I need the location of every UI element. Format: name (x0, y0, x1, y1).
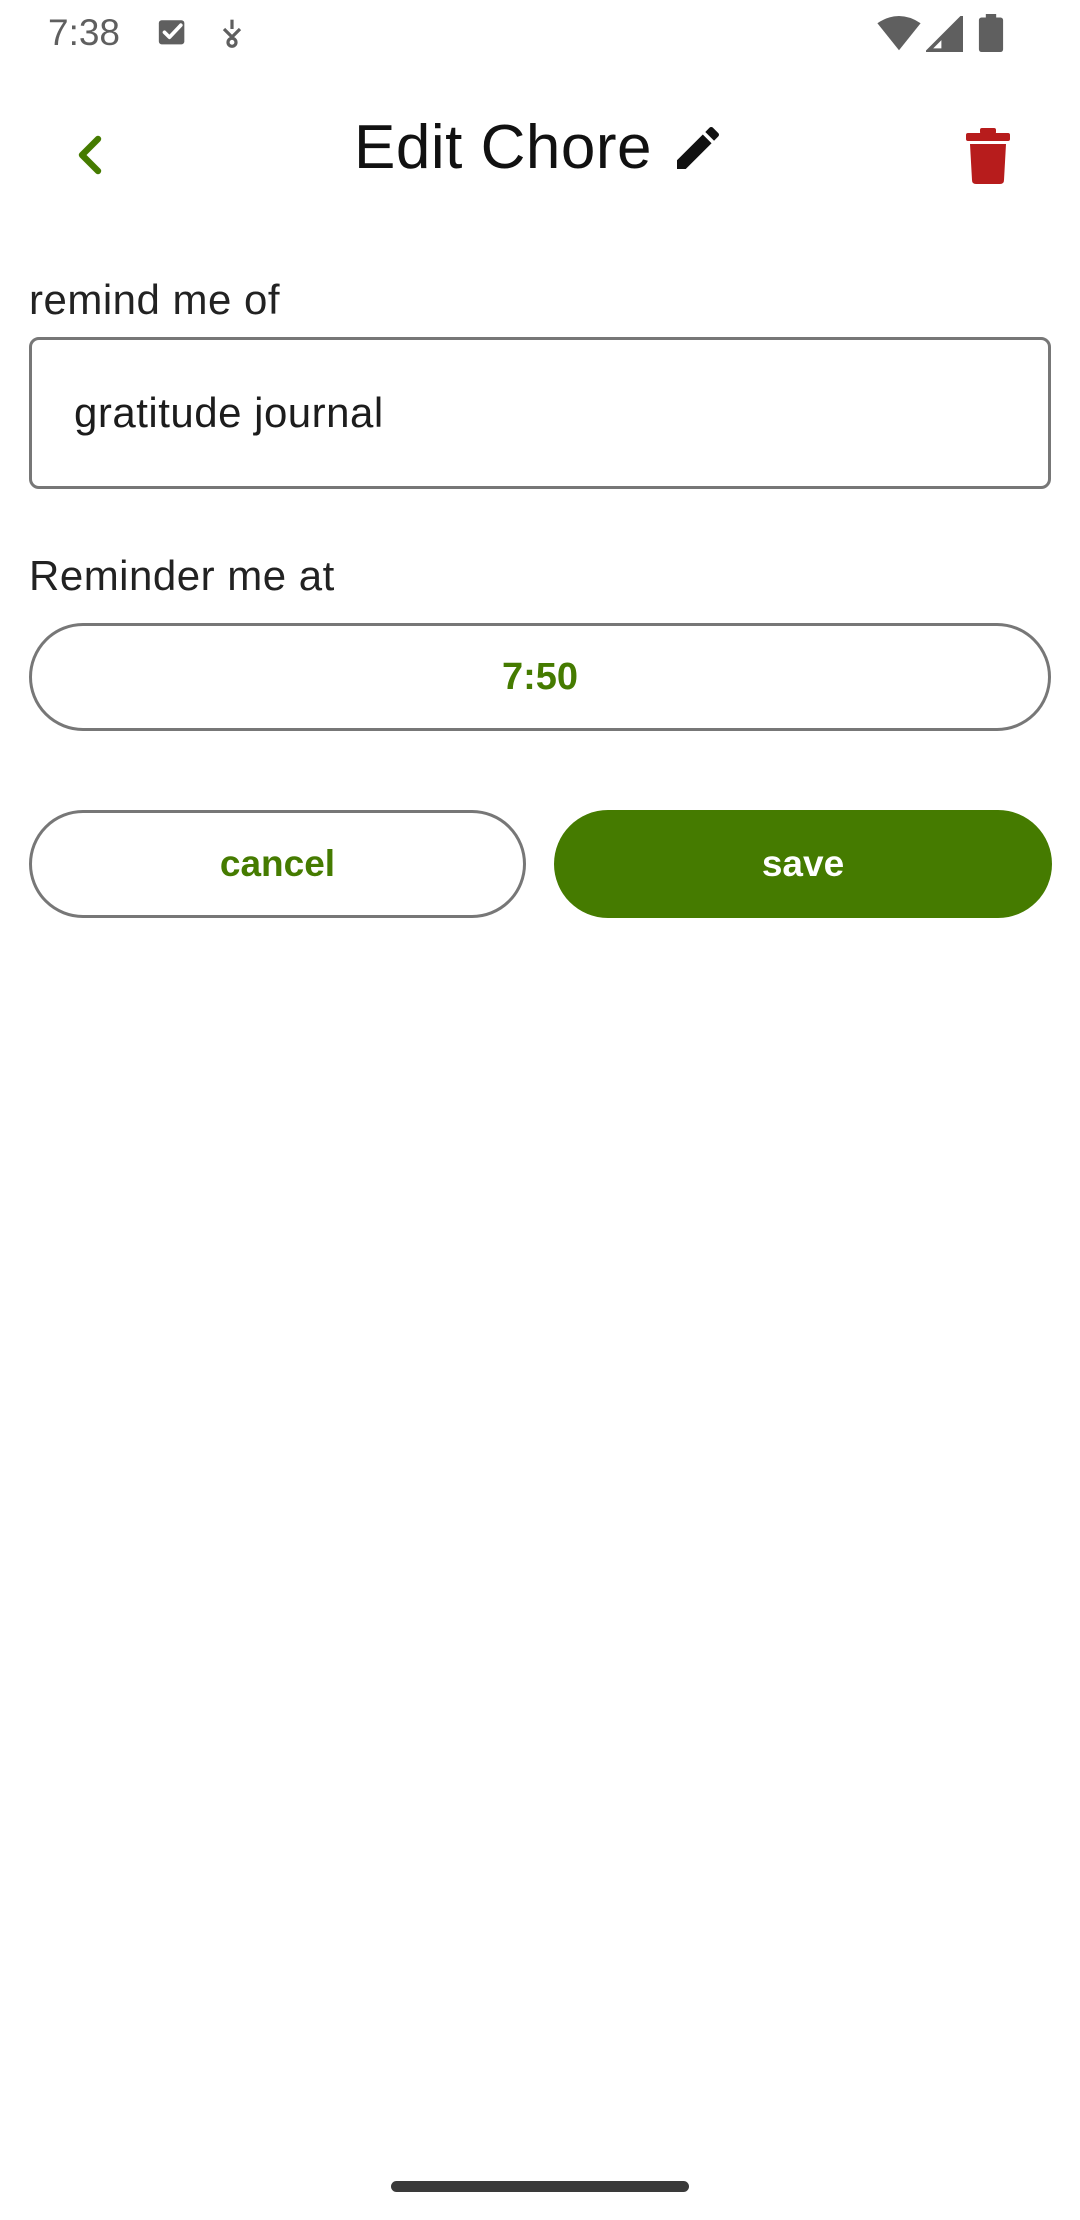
checkbox-notification-icon (158, 20, 185, 45)
cell-signal-icon (926, 16, 963, 52)
app-bar: Edit Chore (0, 80, 1080, 230)
delete-button[interactable] (960, 124, 1016, 188)
edit-chore-screen: 7:38 Edit Chore remind me of gratitude j… (0, 0, 1080, 2220)
vpn-key-icon (222, 19, 242, 48)
pencil-icon (676, 126, 719, 169)
chore-name-input[interactable] (32, 340, 1048, 486)
trash-icon (966, 128, 1010, 184)
cancel-button[interactable]: cancel (29, 810, 526, 918)
battery-icon (978, 14, 1004, 52)
home-indicator[interactable] (391, 2181, 689, 2192)
wifi-icon (877, 16, 921, 51)
reminder-time-button[interactable]: 7:50 (29, 623, 1051, 731)
remind-label: remind me of (29, 276, 281, 323)
save-button[interactable]: save (554, 810, 1052, 918)
reminder-time-label: Reminder me at (29, 552, 335, 599)
status-time: 7:38 (48, 12, 121, 53)
title-container: Edit Chore (0, 112, 1080, 183)
status-bar: 7:38 (0, 0, 1080, 66)
page-title: Edit Chore (354, 113, 652, 182)
chore-name-field[interactable] (29, 337, 1051, 489)
